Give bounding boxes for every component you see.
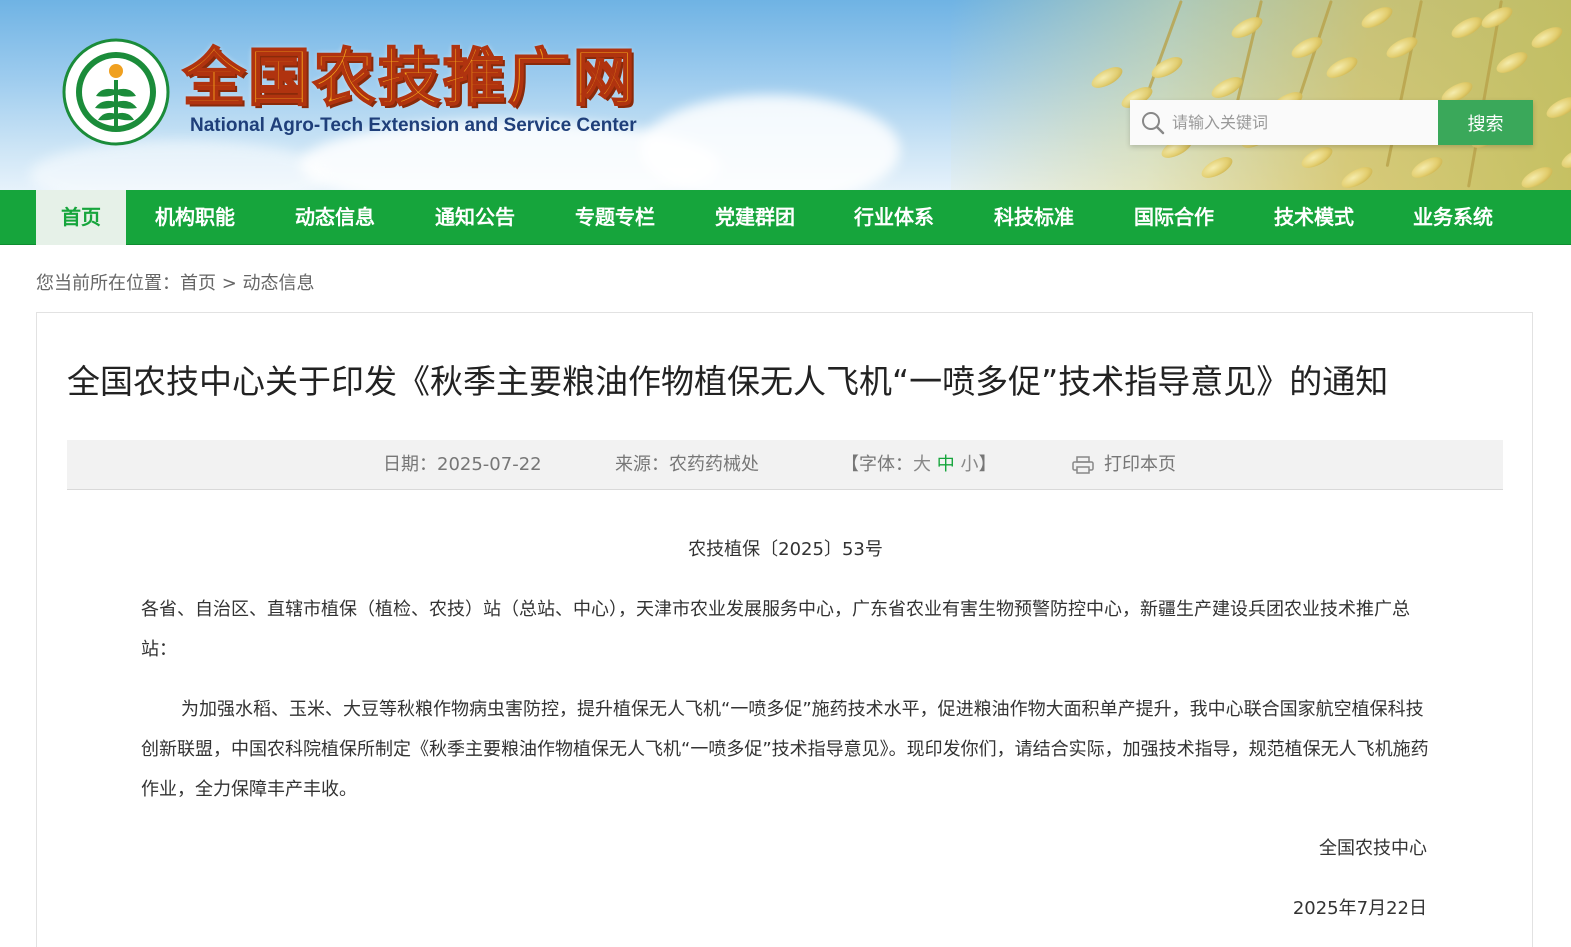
article-sign-date: 2025年7月22日 <box>1292 898 1427 919</box>
breadcrumb-prefix: 您当前所在位置： <box>36 273 180 294</box>
nav-item-home[interactable]: 首页 <box>36 190 126 245</box>
article-signature: 全国农技中心 <box>1319 838 1427 859</box>
article-date: 日期：2025-07-22 <box>383 454 542 475</box>
nav-item-tech-standards[interactable]: 科技标准 <box>987 190 1081 245</box>
nav-item-special-topics[interactable]: 专题专栏 <box>568 190 662 245</box>
document-number: 农技植保〔2025〕53号 <box>688 539 883 560</box>
article-meta-bar: 日期：2025-07-22 来源：农药药械处 【字体：大 中 小】 打印本页 <box>67 440 1503 490</box>
cloud-decoration <box>30 140 330 190</box>
main-nav: 首页 机构职能 动态信息 通知公告 专题专栏 党建群团 行业体系 科技标准 国际… <box>0 190 1571 245</box>
search-icon <box>1142 112 1165 135</box>
nav-item-industry-system[interactable]: 行业体系 <box>847 190 941 245</box>
article-addressee: 各省、自治区、直辖市植保（植检、农技）站（总站、中心），天津市农业发展服务中心，… <box>141 599 1410 660</box>
nav-item-tech-models[interactable]: 技术模式 <box>1267 190 1361 245</box>
nav-item-org-functions[interactable]: 机构职能 <box>148 190 242 245</box>
nav-item-party-building[interactable]: 党建群团 <box>708 190 802 245</box>
printer-icon[interactable] <box>1072 456 1094 474</box>
article-body-paragraph: 为加强水稻、玉米、大豆等秋粮作物病虫害防控，提升植保无人飞机“一喷多促”施药技术… <box>141 699 1429 800</box>
nav-item-notices[interactable]: 通知公告 <box>428 190 522 245</box>
site-logo-subtitle: National Agro-Tech Extension and Service… <box>190 115 637 136</box>
nav-item-international[interactable]: 国际合作 <box>1127 190 1221 245</box>
font-size-suffix: 】 <box>978 454 997 475</box>
font-size-medium-button[interactable]: 中 <box>937 454 955 475</box>
nav-item-business-systems[interactable]: 业务系统 <box>1406 190 1500 245</box>
nav-item-news[interactable]: 动态信息 <box>288 190 382 245</box>
font-size-control: 【字体：大 中 小】 <box>841 440 996 490</box>
article-title: 全国农技中心关于印发《秋季主要粮油作物植保无人飞机“一喷多促”技术指导意见》的通… <box>67 362 1389 401</box>
print-page-link[interactable]: 打印本页 <box>1104 440 1176 490</box>
font-size-prefix: 【字体： <box>841 454 913 475</box>
font-size-large-button[interactable]: 大 <box>913 454 931 475</box>
search-button[interactable]: 搜索 <box>1438 100 1533 145</box>
breadcrumb-separator: > <box>216 273 243 294</box>
font-size-small-button[interactable]: 小 <box>960 454 978 475</box>
cloud-decoration <box>640 95 900 190</box>
search-box: 搜索 <box>1130 100 1533 145</box>
breadcrumb-home-link[interactable]: 首页 <box>180 273 216 294</box>
natesc-emblem-icon <box>62 38 170 146</box>
breadcrumb: 您当前所在位置：首页 > 动态信息 <box>36 272 315 296</box>
site-header: 全国农技推广网 National Agro-Tech Extension and… <box>0 0 1571 190</box>
breadcrumb-current-link[interactable]: 动态信息 <box>243 273 315 294</box>
search-input[interactable] <box>1130 100 1438 145</box>
article-source: 来源：农药药械处 <box>615 454 759 475</box>
site-logo-title[interactable]: 全国农技推广网 <box>182 38 638 118</box>
